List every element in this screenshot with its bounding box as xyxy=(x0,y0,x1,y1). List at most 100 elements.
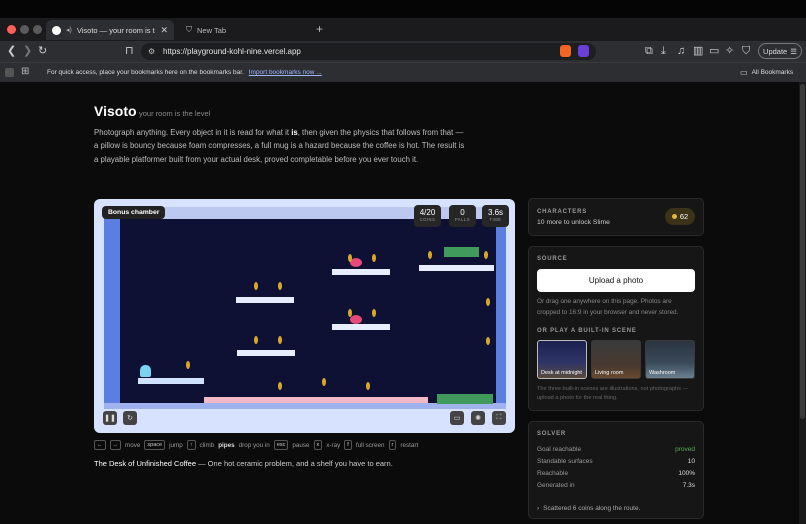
page-subtitle: your room is the level xyxy=(139,109,211,118)
platform xyxy=(419,265,494,271)
address-bar[interactable]: ⚙ https://playground-kohl-nine.vercel.ap… xyxy=(141,43,596,60)
chevron-right-icon: › xyxy=(537,505,540,512)
url-text: https://playground-kohl-nine.vercel.app xyxy=(163,47,301,56)
coin xyxy=(254,336,258,344)
apps-grid-icon[interactable]: ⊞ xyxy=(21,66,29,77)
solver-label: Goal reachable xyxy=(537,446,582,453)
key-x: x xyxy=(313,440,323,450)
green-block xyxy=(437,394,493,404)
tab-new[interactable]: ⛉ New Tab xyxy=(180,20,300,40)
scene-living-room[interactable]: Living room xyxy=(591,340,641,379)
scene-washroom[interactable]: Washroom xyxy=(645,340,695,379)
tab-title: Visoto — your room is the le xyxy=(76,25,156,35)
platform xyxy=(204,397,428,403)
maximize-window-icon[interactable] xyxy=(33,25,42,34)
forward-icon[interactable]: ❯ xyxy=(23,43,32,59)
sidebar-icon[interactable]: ▥ xyxy=(693,43,703,59)
coin-count: 62 xyxy=(679,212,689,221)
wallet-icon[interactable]: ▭ xyxy=(709,43,719,59)
bookmark-folder-icon[interactable] xyxy=(5,68,14,77)
game-canvas[interactable] xyxy=(94,199,515,433)
site-settings-icon[interactable]: ⚙ xyxy=(148,47,155,56)
back-icon[interactable]: ❮ xyxy=(7,43,16,59)
falls-label: FALLS xyxy=(454,217,471,222)
tab-title: New Tab xyxy=(197,25,227,35)
new-tab-icon[interactable]: + xyxy=(316,22,323,36)
intro-paragraph: Photograph anything. Every object in it … xyxy=(94,126,466,166)
pause-icon[interactable]: ❚❚ xyxy=(103,411,117,425)
coin xyxy=(186,361,190,369)
solver-value: proved xyxy=(675,446,695,453)
scenes-note: The three built-in scenes are illustrati… xyxy=(537,386,689,401)
reload-icon[interactable]: ↻ xyxy=(38,43,47,59)
level-name: The Desk of Unfinished Coffee xyxy=(94,459,197,468)
level-tagline: — One hot ceramic problem, and a shelf y… xyxy=(196,459,393,468)
minimize-window-icon[interactable] xyxy=(20,25,29,34)
key-up: ↑ xyxy=(186,440,196,450)
scene-label: Washroom xyxy=(649,370,676,376)
solver-expand-label: Scattered 6 coins along the route. xyxy=(543,505,641,512)
solver-label: Generated in xyxy=(537,482,575,489)
all-bookmarks-button[interactable]: ▭ All Bookmarks xyxy=(740,68,793,77)
solver-expand-toggle[interactable]: › Scattered 6 coins along the route. xyxy=(537,505,640,512)
upload-photo-button[interactable]: Upload a photo xyxy=(537,269,695,292)
characters-title: CHARACTERS xyxy=(537,209,587,215)
key-esc: esc xyxy=(273,440,289,450)
update-button[interactable]: Update ☰ xyxy=(758,43,802,59)
game-ceiling xyxy=(120,207,498,219)
coin xyxy=(278,382,282,390)
time-stat: 3.6s TIME xyxy=(482,205,509,227)
scrollbar-thumb[interactable] xyxy=(800,84,805,419)
brave-rewards-icon[interactable] xyxy=(578,45,589,57)
coin xyxy=(254,282,258,290)
scene-desk-at-midnight[interactable]: Desk at midnight xyxy=(537,340,587,379)
restart-icon[interactable]: ↻ xyxy=(123,411,137,425)
fullscreen-icon[interactable]: ⛶ xyxy=(492,411,506,425)
brave-shield-icon[interactable] xyxy=(560,45,571,57)
update-label: Update xyxy=(763,46,788,56)
solver-value: 100% xyxy=(678,470,695,477)
tab-visoto[interactable]: ◂) Visoto — your room is the le ✕ xyxy=(46,20,174,40)
folder-icon: ▭ xyxy=(740,68,748,77)
coin xyxy=(366,382,370,390)
solver-row-goal: Goal reachable proved xyxy=(537,446,695,453)
page-title: Visoto xyxy=(94,103,137,119)
coin xyxy=(486,298,490,306)
solver-row-surfaces: Standable surfaces 10 xyxy=(537,458,695,465)
shield-icon: ⛉ xyxy=(186,25,192,34)
builtin-scenes-title: OR PLAY A BUILT-IN SCENE xyxy=(537,328,637,334)
menu-icon: ☰ xyxy=(790,46,797,56)
controls-legend: ← → move space jump ↑ climb pipes drop y… xyxy=(94,440,418,450)
solver-row-reachable: Reachable 100% xyxy=(537,470,695,477)
extensions-icon[interactable]: ⧉ xyxy=(645,43,653,59)
close-tab-icon[interactable]: ✕ xyxy=(160,25,168,36)
upload-hint: Or drag one anywhere on this page. Photo… xyxy=(537,298,679,316)
coin xyxy=(372,309,376,317)
coin-count-badge: 62 xyxy=(665,208,695,225)
characters-unlock-text: 10 more to unlock Slime xyxy=(537,219,610,226)
control-pause: pause xyxy=(292,441,310,449)
scrollbar[interactable] xyxy=(799,82,806,524)
import-bookmarks-link[interactable]: Import bookmarks now ... xyxy=(249,69,322,76)
key-r: r xyxy=(388,440,397,450)
level-badge: Bonus chamber xyxy=(102,206,166,219)
control-climb: climb xyxy=(199,441,215,449)
xray-icon[interactable]: ▭ xyxy=(450,411,464,425)
bookmark-icon[interactable]: ⊓ xyxy=(125,43,134,59)
leo-ai-icon[interactable]: ✧ xyxy=(725,43,734,59)
control-drop: drop you in xyxy=(238,441,270,449)
settings-icon[interactable]: ✺ xyxy=(471,411,485,425)
scene-label: Desk at midnight xyxy=(541,370,582,376)
coins-stat: 4/20 COINS xyxy=(414,205,441,227)
coin-icon xyxy=(671,214,677,219)
download-icon[interactable]: ⤓ xyxy=(661,43,666,59)
falls-value: 0 xyxy=(460,208,465,217)
key-space: space xyxy=(144,440,166,450)
solver-value: 7.3s xyxy=(682,482,695,489)
music-icon[interactable]: ♫ xyxy=(677,43,685,59)
enemy-blob xyxy=(350,315,362,324)
close-window-icon[interactable] xyxy=(7,25,16,34)
coin xyxy=(278,282,282,290)
vpn-icon[interactable]: ⛉ xyxy=(742,43,750,59)
speaker-icon[interactable]: ◂) xyxy=(66,26,72,34)
